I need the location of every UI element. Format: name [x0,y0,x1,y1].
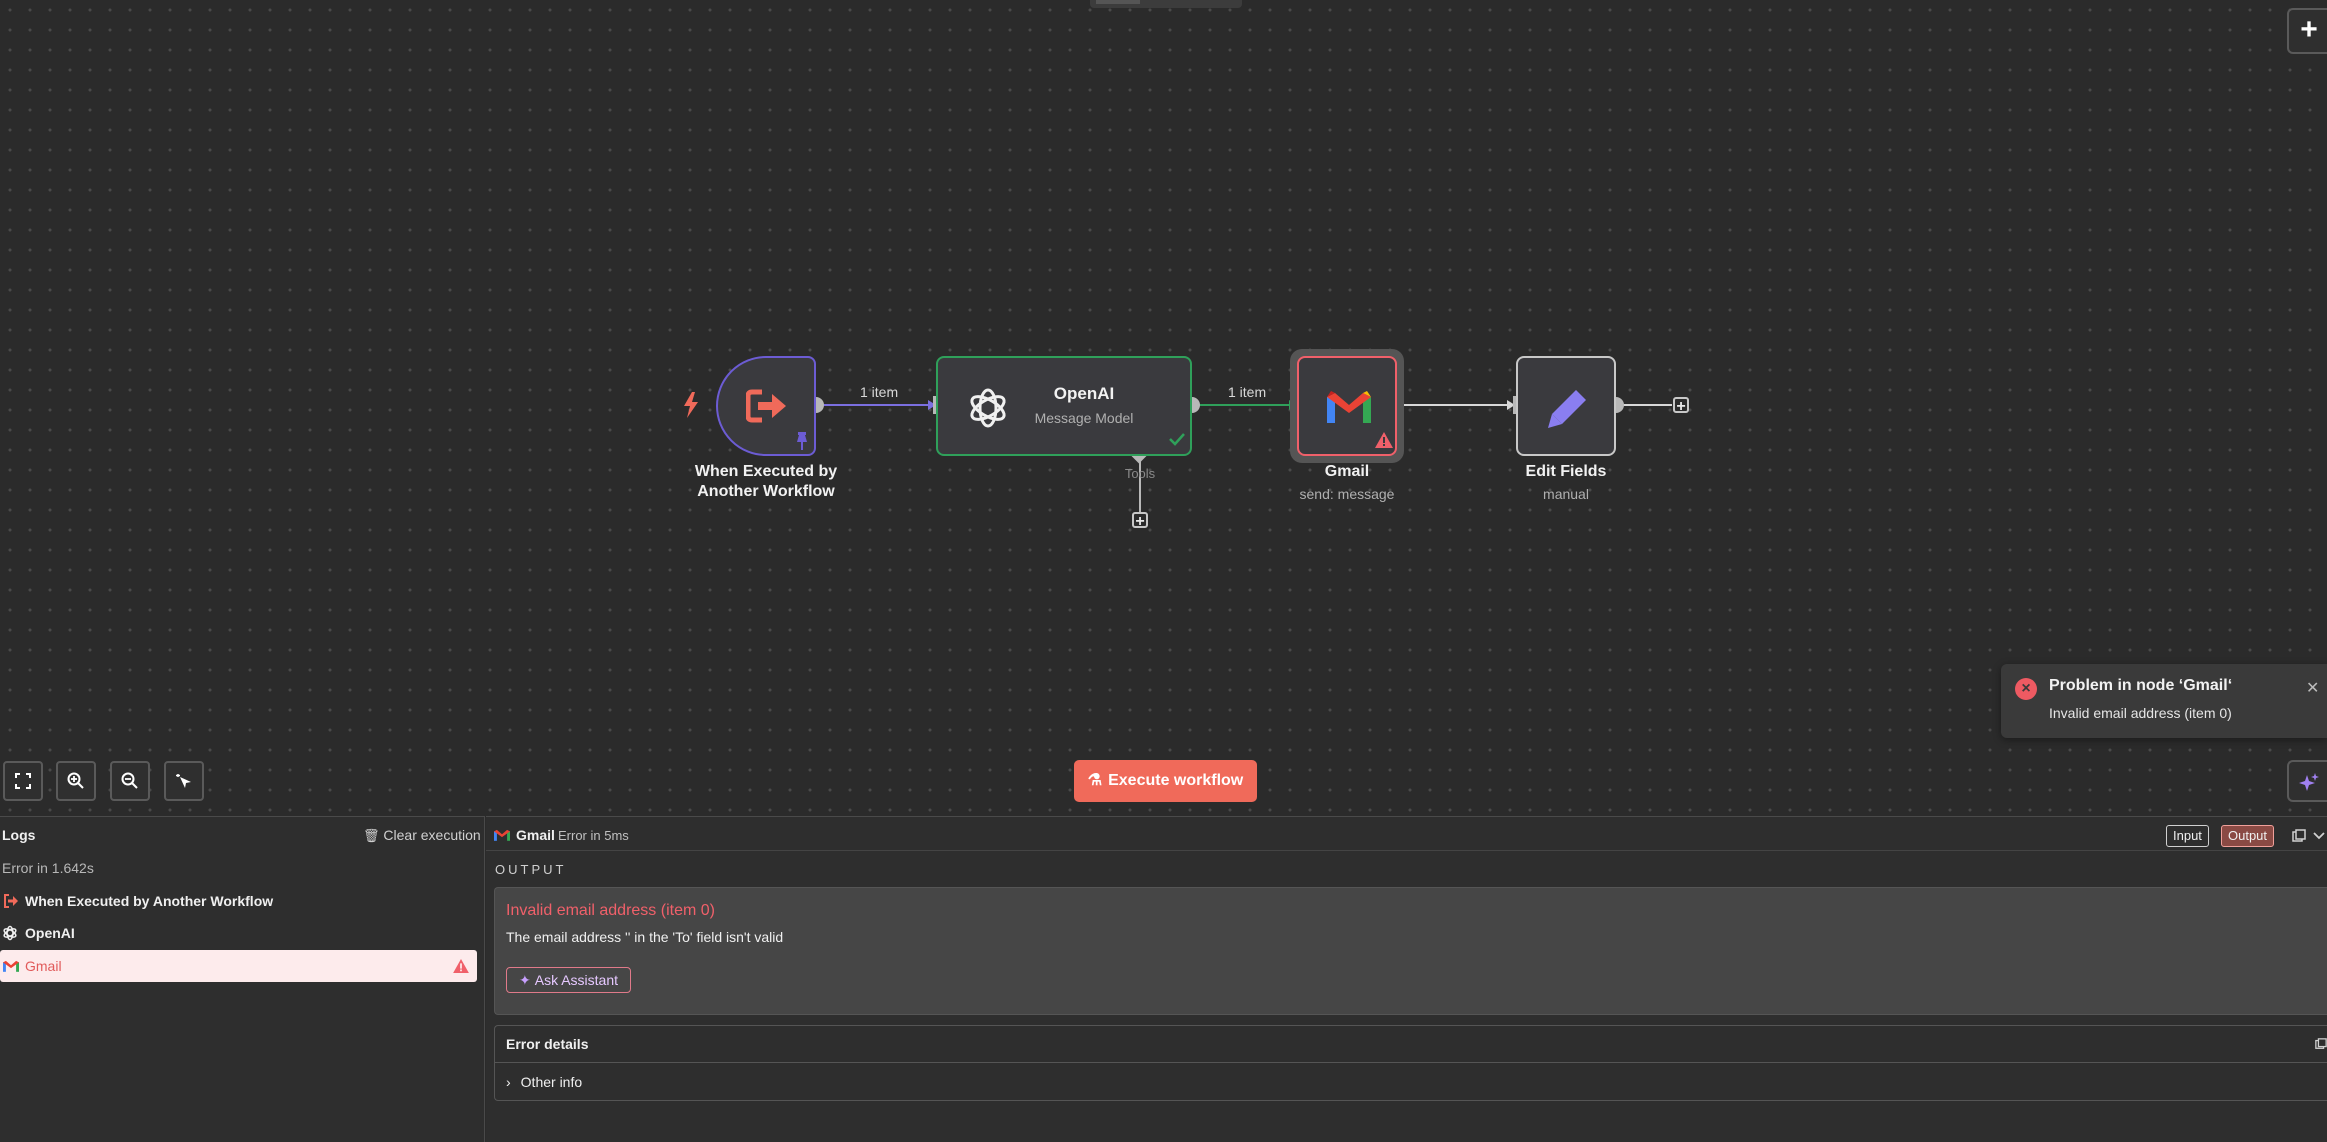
logs-status: Error in 1.642s [2,860,94,876]
zoom-out-button[interactable] [110,761,150,801]
close-icon[interactable]: ✕ [2306,678,2319,698]
log-item-label: When Executed by Another Workflow [25,893,274,909]
zoom-in-icon [67,772,84,789]
node-gmail-label: Gmail [1324,463,1370,480]
zoom-in-button[interactable] [56,761,96,801]
logs-panel: Logs 🗑 Clear execution Error in 1.642s W… [0,816,485,1142]
warning-icon [1375,432,1393,448]
node-edit-fields-label: Edit Fields [1525,463,1607,480]
other-info-toggle[interactable]: › Other info [506,1074,582,1090]
trigger-icon [746,389,786,423]
log-item-trigger[interactable]: When Executed by Another Workflow [0,885,477,917]
fit-view-button[interactable] [3,761,43,801]
ask-assistant-button[interactable]: ✦ Ask Assistant [506,967,631,993]
log-item-openai[interactable]: OpenAI [0,917,477,949]
openai-icon [970,388,1006,428]
detail-divider [486,850,2327,851]
edge-label-1: 1 item [860,384,899,400]
detail-status: Error in 5ms [558,828,629,843]
node-edit-fields-subtitle: manual [1543,486,1589,502]
copy-icon[interactable] [2315,1038,2327,1050]
error-description: The email address '' in the 'To' field i… [506,929,784,945]
gmail-icon [494,829,510,841]
trash-icon: 🗑 [363,828,380,843]
pin-icon [797,432,807,450]
ai-assistant-button[interactable] [2287,760,2327,802]
details-divider [495,1062,2327,1063]
node-trigger[interactable] [716,356,816,456]
execute-workflow-label: Execute workflow [1108,772,1244,789]
log-item-gmail[interactable]: Gmail [0,950,477,982]
fullscreen-icon [15,773,31,789]
sparkle-icon: ✦ [519,972,531,988]
clear-execution-label: Clear execution [383,827,481,843]
error-toast: × Problem in node ‘Gmail‘ Invalid email … [2001,664,2327,738]
error-box: Invalid email address (item 0) The email… [494,887,2327,1015]
warning-icon [453,959,469,973]
node-trigger-label: When Executed by Another Workflow [694,463,838,500]
pencil-icon [1548,390,1586,428]
clear-execution-button[interactable]: 🗑 Clear execution [363,827,481,844]
toast-title: Problem in node ‘Gmail‘ [2049,677,2233,694]
node-openai-subtitle: Message Model [1034,410,1134,426]
sparkle-icon [2299,773,2319,791]
detail-node-name: Gmail [516,827,555,843]
node-gmail-subtitle: send: message [1299,486,1395,502]
gmail-icon [1327,391,1371,423]
ask-assistant-label: Ask Assistant [534,972,618,988]
output-detail-panel: Gmail Error in 5ms Input Output OUTPUT I… [486,816,2327,1142]
node-openai-title: OpenAI [1053,384,1115,403]
tidy-up-button[interactable] [164,761,204,801]
log-item-label: OpenAI [25,925,75,941]
add-tool-button[interactable]: + [1132,512,1148,530]
lightning-icon [684,392,698,418]
node-gmail[interactable] [1297,356,1397,456]
error-circle-icon: × [2015,678,2037,700]
tab-input[interactable]: Input [2166,825,2209,847]
other-info-label: Other info [520,1074,583,1090]
flask-icon: ⚗ [1087,772,1103,789]
chevron-right-icon: › [506,1074,511,1090]
edge-label-2: 1 item [1228,384,1267,400]
logs-title: Logs [2,827,36,843]
error-details-section: Error details › Other info [494,1025,2327,1101]
node-openai[interactable]: OpenAI Message Model [936,356,1192,456]
popout-icon[interactable] [2292,829,2306,843]
error-details-title: Error details [506,1036,589,1052]
add-node-after-edit-button[interactable]: + [1673,397,1689,415]
node-edit-fields[interactable] [1516,356,1616,456]
output-title: OUTPUT [495,862,567,877]
success-check-icon [1169,433,1185,446]
trigger-icon [4,894,18,908]
tools-connector-label: Tools [1124,466,1156,481]
openai-icon [3,925,17,941]
zoom-out-icon [121,772,138,789]
workflow-canvas[interactable]: + When Executed by Another Workflow Open… [0,0,2327,816]
error-title: Invalid email address (item 0) [506,902,715,919]
gmail-icon [3,960,19,972]
toast-message: Invalid email address (item 0) [2049,705,2232,721]
execute-workflow-button[interactable]: ⚗ Execute workflow [1074,760,1257,802]
tab-output[interactable]: Output [2221,825,2275,847]
cursor-sparkle-icon [176,774,191,788]
log-item-label: Gmail [25,958,62,974]
chevron-down-icon[interactable] [2313,831,2325,841]
